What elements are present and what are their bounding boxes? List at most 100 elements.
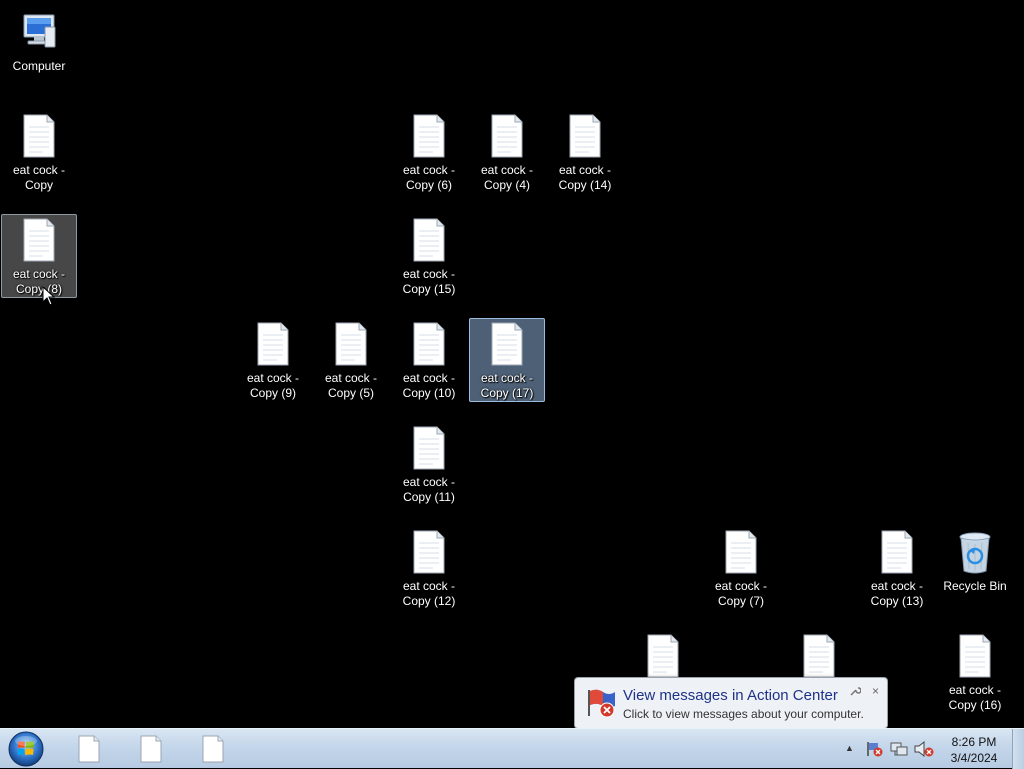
icon-label: eat cock - Copy (7) <box>704 579 778 609</box>
clock-date: 3/4/2024 <box>950 751 998 765</box>
text-document-icon <box>413 530 445 574</box>
file-icon-copy-11[interactable]: eat cock - Copy (11) <box>391 422 467 506</box>
file-icon-copy[interactable]: eat cock - Copy <box>1 110 77 194</box>
file-icon-copy-5[interactable]: eat cock - Copy (5) <box>313 318 389 402</box>
icon-label: eat cock - Copy (17) <box>470 371 544 401</box>
icon-label-line-2: Copy (6) <box>405 178 452 192</box>
icon-label: eat cock - Copy <box>2 163 76 193</box>
icon-label-line-1: eat cock - <box>558 163 612 177</box>
taskbar-clock[interactable]: 8:26 PM 3/4/2024 <box>940 734 1008 766</box>
text-document-icon <box>803 634 835 678</box>
action-center-flag-icon <box>588 689 615 718</box>
text-document-icon <box>335 322 367 366</box>
icon-label: eat cock - Copy (14) <box>548 163 622 193</box>
file-icon-copy-13[interactable]: eat cock - Copy (13) <box>859 526 935 610</box>
text-document-icon <box>23 114 55 158</box>
volume-muted-tray-icon[interactable] <box>914 741 934 757</box>
icon-label-line-1: eat cock - <box>12 267 66 281</box>
file-icon-copy-9[interactable]: eat cock - Copy (9) <box>235 318 311 402</box>
taskbar-item-document-3[interactable] <box>188 733 238 765</box>
icon-label: eat cock - Copy (16) <box>938 683 1012 713</box>
document-icon <box>140 735 162 763</box>
computer-desktop-icon[interactable]: Computer <box>1 6 77 90</box>
icon-label-line-2: Copy (13) <box>870 594 924 608</box>
icon-label-line-1: eat cock - <box>324 371 378 385</box>
action-center-notification[interactable]: View messages in Action Center Click to … <box>574 677 888 738</box>
icon-label-line-2: Copy (11) <box>403 490 455 504</box>
clock-time: 8:26 PM <box>951 735 997 749</box>
text-document-icon <box>725 530 757 574</box>
icon-label-line-2: Copy (15) <box>402 282 456 296</box>
show-desktop-button[interactable] <box>1012 729 1024 769</box>
text-document-icon <box>491 114 523 158</box>
taskbar-item-document-2[interactable] <box>126 733 176 765</box>
action-center-tray-icon[interactable] <box>866 741 884 757</box>
icon-label: eat cock - Copy (15) <box>392 267 466 297</box>
file-icon-copy-8[interactable]: eat cock - Copy (8) <box>1 214 77 298</box>
icon-label-line-1: eat cock - <box>12 163 66 177</box>
icon-label-line-2: Copy (17) <box>480 386 534 400</box>
text-document-icon <box>413 114 445 158</box>
icon-label: eat cock - Copy (6) <box>392 163 466 193</box>
icon-label-line-1: eat cock - <box>246 371 300 385</box>
text-document-icon <box>23 218 55 262</box>
file-icon-copy-16[interactable]: eat cock - Copy (16) <box>937 630 1013 714</box>
text-document-icon <box>413 426 445 470</box>
file-icon-copy-7[interactable]: eat cock - Copy (7) <box>703 526 779 610</box>
icon-label-line-2: Copy (16) <box>948 698 1002 712</box>
text-document-icon <box>569 114 601 158</box>
icon-label: eat cock - Copy (5) <box>314 371 388 401</box>
recycle-bin-desktop-icon[interactable]: Recycle Bin <box>937 526 1013 610</box>
mouse-cursor-icon <box>42 286 56 306</box>
icon-label-line-1: eat cock - <box>402 163 456 177</box>
document-icon <box>78 735 100 763</box>
document-icon <box>202 735 224 763</box>
file-icon-copy-17[interactable]: eat cock - Copy (17) <box>469 318 545 402</box>
icon-label: eat cock - Copy (10) <box>392 371 466 401</box>
icon-label-line-2: Copy (9) <box>249 386 296 400</box>
desktop[interactable]: Computer eat cock - Copy eat cock - Copy (… <box>0 0 1024 738</box>
notification-title: View messages in Action Center <box>623 687 838 704</box>
icon-label: eat cock - Copy (8) <box>2 267 76 297</box>
file-icon-copy-10[interactable]: eat cock - Copy (10) <box>391 318 467 402</box>
icon-label: eat cock - Copy (4) <box>470 163 544 193</box>
icon-label-line-1: eat cock - <box>402 475 456 489</box>
taskbar: ▲ 8:26 PM 3/4/2024 <box>0 728 1024 769</box>
icon-label-line-2: Copy (5) <box>327 386 374 400</box>
file-icon-copy-4[interactable]: eat cock - Copy (4) <box>469 110 545 194</box>
file-icon-copy-6[interactable]: eat cock - Copy (6) <box>391 110 467 194</box>
text-document-icon <box>257 322 289 366</box>
icon-label: eat cock - Copy (13) <box>860 579 934 609</box>
show-hidden-icons-arrow[interactable]: ▲ <box>845 743 854 753</box>
icon-label-line-1: eat cock - <box>480 371 534 385</box>
icon-label-line-1: eat cock - <box>714 579 768 593</box>
icon-label-line-1: eat cock - <box>480 163 534 177</box>
network-tray-icon[interactable] <box>890 741 908 757</box>
text-document-icon <box>647 634 679 678</box>
recycle-bin-icon <box>959 532 991 574</box>
icon-label: eat cock - Copy (12) <box>392 579 466 609</box>
start-button[interactable] <box>6 730 46 768</box>
file-icon-copy-15[interactable]: eat cock - Copy (15) <box>391 214 467 298</box>
icon-label-line-2: Copy (7) <box>717 594 764 608</box>
text-document-icon <box>413 322 445 366</box>
file-icon-copy-14[interactable]: eat cock - Copy (14) <box>547 110 623 194</box>
icon-label-line-1: eat cock - <box>402 371 456 385</box>
computer-icon <box>23 14 56 48</box>
close-icon[interactable]: × <box>872 684 879 698</box>
notification-text: Click to view messages about your comput… <box>623 707 864 721</box>
text-document-icon <box>413 218 445 262</box>
icon-label-line-1: eat cock - <box>870 579 924 593</box>
wrench-icon[interactable] <box>849 685 861 697</box>
taskbar-item-document-1[interactable] <box>64 733 114 765</box>
icon-label-line-2: Copy (14) <box>558 178 612 192</box>
icon-label-line-1: eat cock - <box>402 267 456 281</box>
icon-label: Computer <box>12 59 66 73</box>
icon-label: Recycle Bin <box>943 579 1007 593</box>
text-document-icon <box>491 322 523 366</box>
icon-label-line-1: eat cock - <box>948 683 1002 697</box>
icon-label-line-2: Copy (4) <box>483 178 530 192</box>
icon-label-line-2: Copy <box>24 178 53 192</box>
file-icon-copy-12[interactable]: eat cock - Copy (12) <box>391 526 467 610</box>
text-document-icon <box>959 634 991 678</box>
